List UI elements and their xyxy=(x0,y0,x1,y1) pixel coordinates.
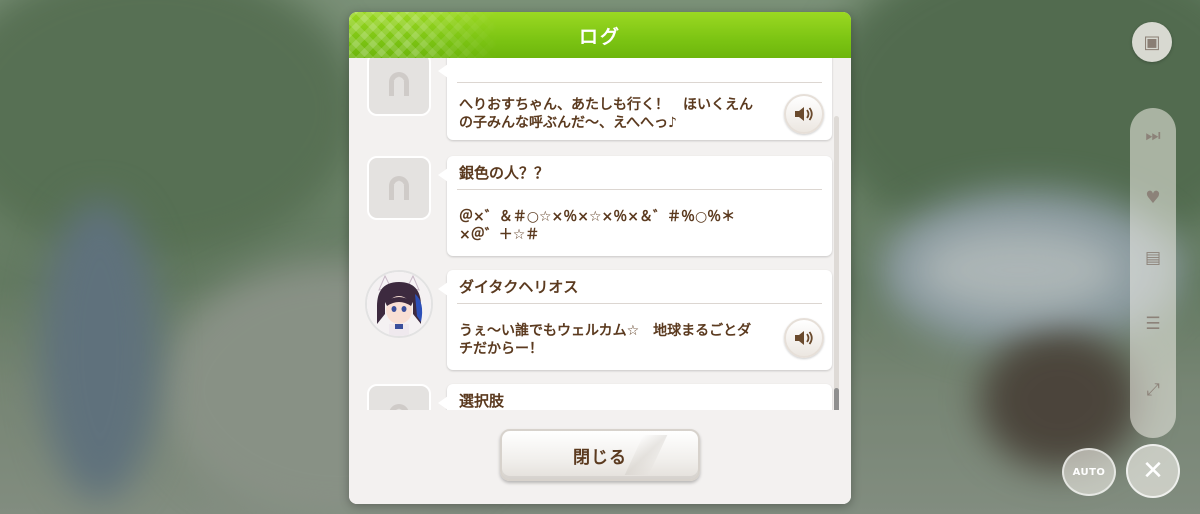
header-pattern xyxy=(349,12,499,58)
log-list[interactable]: へりおすちゃん、あたしも行く！ ほいくえん の子みんな呼ぶんだ～、えへへっ♪ 銀… xyxy=(349,58,851,410)
character-portrait xyxy=(367,272,431,336)
close-button-label: 閉じる xyxy=(573,447,627,468)
message-line: ＠×゛＆＃○☆×％×☆×％×＆゛＃％○％＊ xyxy=(459,209,736,225)
avatar-placeholder xyxy=(367,58,431,116)
log-entry: 選択肢 xyxy=(349,384,851,410)
log-entry: 銀色の人？？ ＠×゛＆＃○☆×％×☆×％×＆゛＃％○％＊ ×＠゛＋☆＃ xyxy=(349,156,851,266)
log-entry: へりおすちゃん、あたしも行く！ ほいくえん の子みんな呼ぶんだ～、えへへっ♪ xyxy=(349,58,851,152)
message-line: チだからー！ xyxy=(459,341,543,357)
avatar-placeholder xyxy=(367,156,431,220)
message-line: の子みんな呼ぶんだ～、えへへっ♪ xyxy=(459,115,677,131)
log-entry: ダイタクヘリオス うぇ～い誰でもウェルカム☆ 地球まるごとダ チだからー！ xyxy=(349,270,851,380)
speaker-name: ダイタクヘリオス xyxy=(459,278,579,296)
message-bubble: へりおすちゃん、あたしも行く！ ほいくえん の子みんな呼ぶんだ～、えへへっ♪ xyxy=(438,58,832,140)
horseshoe-placeholder-icon xyxy=(389,404,409,410)
heart-button[interactable]: ♥ xyxy=(1135,188,1171,236)
message-bubble: ダイタクヘリオス うぇ～い誰でもウェルカム☆ 地球まるごとダ チだからー！ xyxy=(438,270,832,370)
speaker-icon xyxy=(795,107,813,121)
save-icon: ▤ xyxy=(1144,248,1162,268)
exit-button[interactable]: ✕ xyxy=(1126,444,1180,498)
dialog-header: ログ xyxy=(349,12,851,58)
log-dialog: ログ へりおすちゃん、あたしも行く！ ほいくえん の子みんな呼ぶんだ～、えへへっ… xyxy=(349,12,851,504)
menu-button[interactable]: ⤢ xyxy=(1135,380,1171,428)
close-icon: ✕ xyxy=(1142,456,1164,486)
log-button[interactable]: ☰ xyxy=(1135,314,1171,362)
photo-icon: ▣ xyxy=(1143,31,1161,53)
character-avatar xyxy=(365,270,433,338)
screenshot-button[interactable]: ▣ xyxy=(1132,22,1172,62)
skip-icon: ⏭ xyxy=(1145,126,1161,146)
log-icon: ☰ xyxy=(1145,314,1161,334)
horseshoe-placeholder-icon xyxy=(389,72,409,96)
message-bubble: 銀色の人？？ ＠×゛＆＃○☆×％×☆×％×＆゛＃％○％＊ ×＠゛＋☆＃ xyxy=(438,156,832,256)
message-line: うぇ～い誰でもウェルカム☆ 地球まるごとダ xyxy=(459,323,752,339)
dialog-footer: 閉じる xyxy=(349,410,851,504)
avatar-placeholder xyxy=(367,384,431,410)
close-button[interactable]: 閉じる xyxy=(500,429,700,481)
horseshoe-placeholder-icon xyxy=(389,176,409,200)
heart-icon: ♥ xyxy=(1145,188,1161,208)
message-line: ×＠゛＋☆＃ xyxy=(459,227,540,243)
message-line: へりおすちゃん、あたしも行く！ ほいくえん xyxy=(459,97,753,113)
skip-button[interactable]: ⏭ xyxy=(1135,126,1171,174)
scrollbar-track[interactable] xyxy=(834,116,839,410)
message-bubble: 選択肢 xyxy=(438,384,832,410)
voice-replay-button[interactable] xyxy=(784,318,824,358)
expand-icon: ⤢ xyxy=(1146,380,1160,400)
dialog-title: ログ xyxy=(578,25,621,48)
speaker-icon xyxy=(795,331,813,345)
speaker-name: 選択肢 xyxy=(459,392,505,410)
speaker-name: 銀色の人？？ xyxy=(459,164,550,182)
save-button[interactable]: ▤ xyxy=(1135,248,1171,296)
scrollbar-thumb[interactable] xyxy=(834,388,839,410)
auto-button[interactable]: AUTO xyxy=(1062,448,1116,496)
voice-replay-button[interactable] xyxy=(784,94,824,134)
